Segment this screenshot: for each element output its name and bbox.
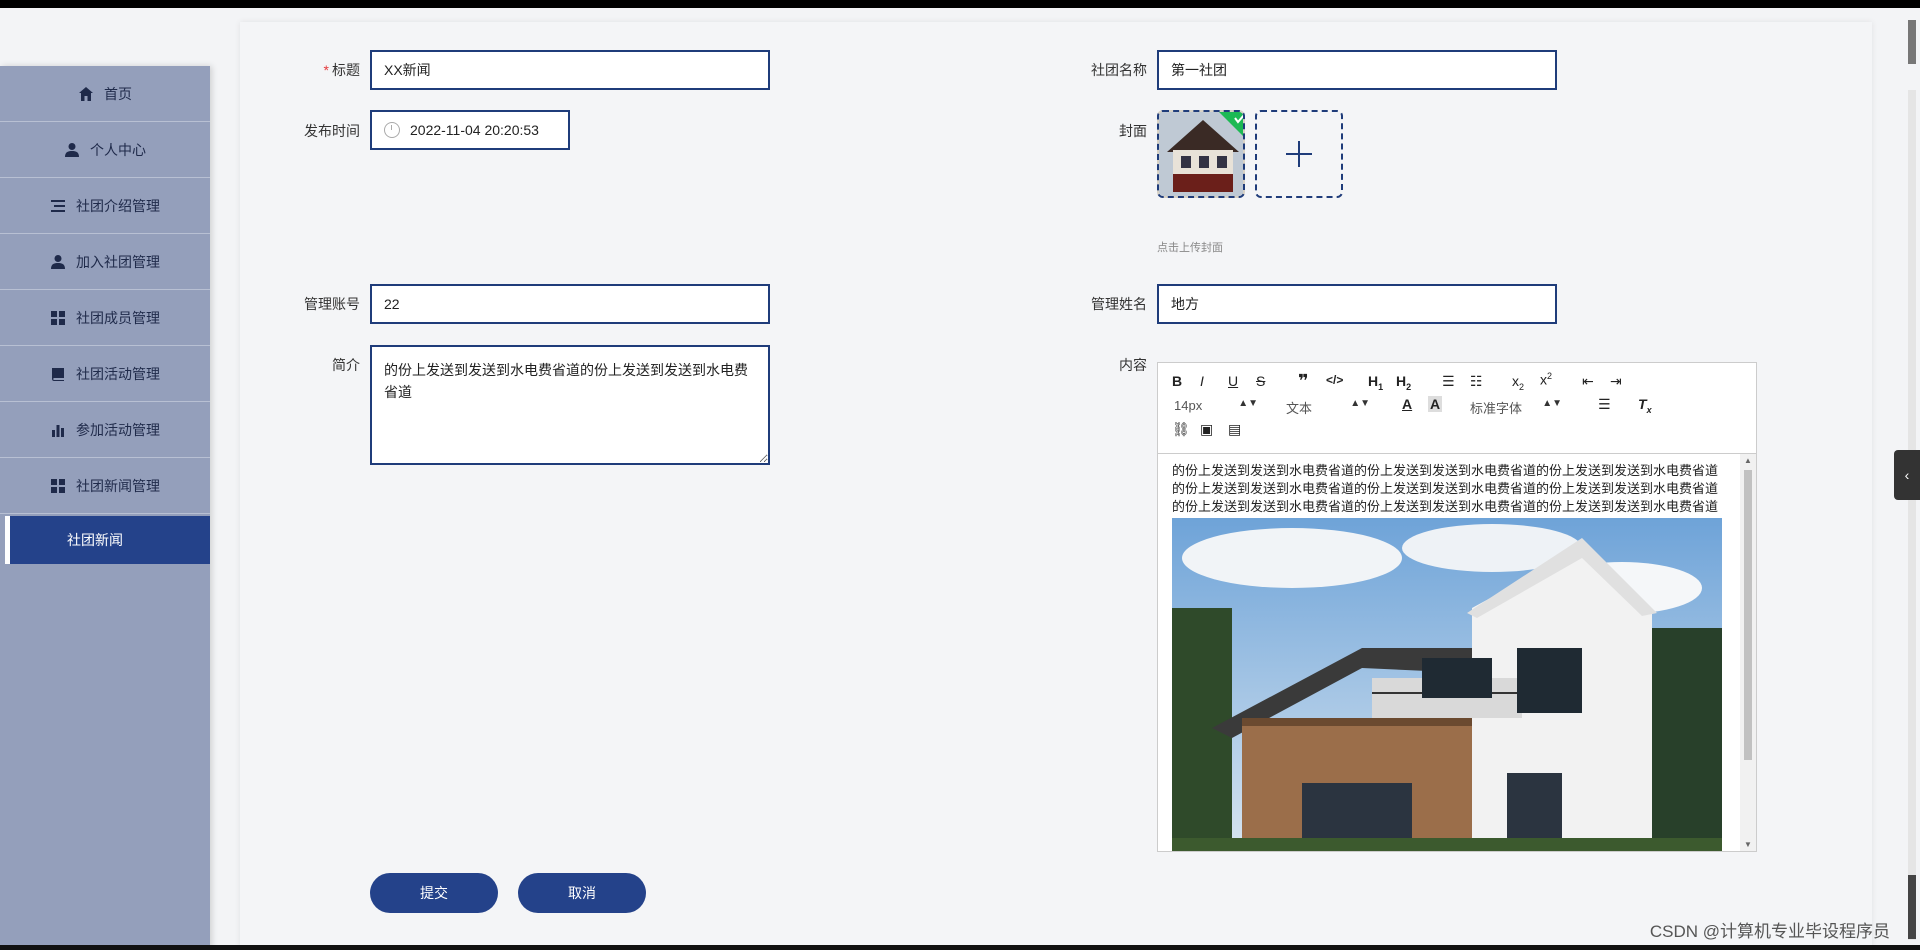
sidebar-item-participation[interactable]: 参加活动管理 xyxy=(0,402,210,458)
sidebar-item-label: 社团介绍管理 xyxy=(76,197,160,214)
user-icon xyxy=(51,254,65,269)
scroll-up-icon[interactable]: ▲ xyxy=(1744,456,1752,465)
cancel-button[interactable]: 取消 xyxy=(518,873,646,913)
grid-icon xyxy=(51,478,65,493)
sidebar-subitem-club-news[interactable]: 社团新闻 xyxy=(5,516,210,564)
cover-upload-hint: 点击上传封面 xyxy=(1157,242,1223,254)
title-label: * 标题 xyxy=(323,62,360,78)
club-name-label: 社团名称 xyxy=(1091,62,1147,78)
background-color-icon[interactable]: A xyxy=(1428,396,1443,412)
page-scrollbar[interactable] xyxy=(1908,20,1916,940)
heading-2-icon[interactable]: H2 xyxy=(1396,373,1411,392)
sidebar-item-join-club[interactable]: 加入社团管理 xyxy=(0,234,210,290)
sidebar-item-news-admin[interactable]: 社团新闻管理 xyxy=(0,458,210,514)
grid-icon xyxy=(51,310,65,325)
scroll-down-icon[interactable]: ▼ xyxy=(1744,840,1752,849)
blockquote-icon[interactable]: ❞ xyxy=(1298,371,1309,392)
house-content-image xyxy=(1172,518,1722,851)
heading-1-icon[interactable]: H1 xyxy=(1368,373,1383,392)
sidebar-item-label: 个人中心 xyxy=(90,141,146,158)
home-icon xyxy=(79,86,93,101)
ordered-list-icon[interactable]: ☰ xyxy=(1442,373,1455,390)
sidebar-item-label: 社团成员管理 xyxy=(76,309,160,326)
sidebar-item-label: 社团活动管理 xyxy=(76,365,160,382)
bullet-list-icon[interactable]: ☷ xyxy=(1470,373,1483,390)
video-icon[interactable]: ▤ xyxy=(1228,421,1241,438)
strikethrough-icon[interactable]: S xyxy=(1256,373,1265,389)
indent-icon[interactable]: ⇥ xyxy=(1610,373,1622,390)
plus-icon xyxy=(1286,141,1312,167)
chevron-left-icon: ‹ xyxy=(1904,467,1910,483)
sidebar-item-members[interactable]: 社团成员管理 xyxy=(0,290,210,346)
block-format-select[interactable]: 文本 ▲▼ xyxy=(1286,398,1370,417)
required-mark: * xyxy=(323,62,329,78)
sidebar-item-home[interactable]: 首页 xyxy=(0,66,210,122)
font-size-select[interactable]: 14px ▲▼ xyxy=(1174,398,1258,413)
font-family-select[interactable]: 标准字体 ▲▼ xyxy=(1470,398,1562,417)
sidebar-item-label: 社团新闻管理 xyxy=(76,477,160,494)
content-label: 内容 xyxy=(1119,357,1147,373)
upload-cover-button[interactable] xyxy=(1255,110,1343,198)
sidebar-item-club-intro[interactable]: 社团介绍管理 xyxy=(0,178,210,234)
italic-icon[interactable]: I xyxy=(1200,373,1204,389)
sidebar-item-label: 首页 xyxy=(104,85,132,102)
admin-name-label: 管理姓名 xyxy=(1091,296,1147,312)
list-icon xyxy=(51,199,65,212)
bold-icon[interactable]: B xyxy=(1172,373,1182,389)
sidebar-item-profile[interactable]: 个人中心 xyxy=(0,122,210,178)
underline-icon[interactable]: U xyxy=(1228,373,1238,389)
clock-icon xyxy=(384,122,400,138)
sidebar-item-label: 加入社团管理 xyxy=(76,253,160,270)
font-color-icon[interactable]: A xyxy=(1402,396,1412,412)
editor-toolbar: B I U S ❞ </> H1 H2 ☰ ☷ x2 x2 ⇤ ⇥ 14px ▲▼… xyxy=(1158,363,1756,454)
code-block-icon[interactable]: </> xyxy=(1326,373,1343,387)
book-icon xyxy=(52,367,64,381)
intro-label: 简介 xyxy=(332,357,360,373)
club-name-input[interactable]: 第一社团 xyxy=(1157,50,1557,90)
bar-chart-icon xyxy=(52,424,64,437)
cover-image-thumbnail[interactable] xyxy=(1157,110,1245,198)
clear-format-icon[interactable]: Tx xyxy=(1638,396,1652,415)
admin-account-label: 管理账号 xyxy=(304,296,360,312)
superscript-icon[interactable]: x2 xyxy=(1540,371,1552,388)
admin-name-input[interactable]: 地方 xyxy=(1157,284,1557,324)
link-icon[interactable]: ⛓ xyxy=(1172,421,1190,438)
rich-text-editor: B I U S ❞ </> H1 H2 ☰ ☷ x2 x2 ⇤ ⇥ 14px ▲▼… xyxy=(1157,362,1757,852)
subscript-icon[interactable]: x2 xyxy=(1512,373,1524,392)
bottom-bar xyxy=(0,945,1920,950)
user-icon xyxy=(65,142,79,157)
publish-time-picker[interactable]: 2022-11-04 20:20:53 xyxy=(370,110,570,150)
csdn-watermark: CSDN @计算机专业毕设程序员 xyxy=(1649,922,1890,941)
page-scrollbar-thumb[interactable] xyxy=(1908,875,1916,939)
sidebar-item-activities[interactable]: 社团活动管理 xyxy=(0,346,210,402)
sidebar-item-label: 参加活动管理 xyxy=(76,421,160,438)
image-icon[interactable]: ▣ xyxy=(1200,421,1213,438)
admin-account-input[interactable]: 22 xyxy=(370,284,770,324)
editor-scrollbar-thumb[interactable] xyxy=(1744,470,1752,760)
outdent-icon[interactable]: ⇤ xyxy=(1582,373,1594,390)
editor-content-text: 的份上发送到发送到水电费省道的份上发送到发送到水电费省道的份上发送到发送到水电费… xyxy=(1172,463,1719,514)
title-input[interactable]: XX新闻 xyxy=(370,50,770,90)
intro-textarea[interactable]: 的份上发送到发送到水电费省道的份上发送到发送到水电费省道 xyxy=(370,345,770,465)
house-thumbnail-image xyxy=(1159,112,1243,196)
publish-time-label: 发布时间 xyxy=(304,123,360,139)
align-icon[interactable]: ☰ xyxy=(1598,396,1611,413)
submit-button[interactable]: 提交 xyxy=(370,873,498,913)
editor-scrollbar[interactable]: ▲ ▼ xyxy=(1740,454,1756,851)
editor-content[interactable]: 的份上发送到发送到水电费省道的份上发送到发送到水电费省道的份上发送到发送到水电费… xyxy=(1158,454,1740,851)
top-bar xyxy=(0,0,1920,8)
collapse-panel-button[interactable]: ‹ xyxy=(1894,450,1920,500)
cover-label: 封面 xyxy=(1119,123,1147,139)
page-scrollbar-top-thumb[interactable] xyxy=(1908,20,1916,64)
sidebar: 首页 个人中心 社团介绍管理 加入社团管理 社团成员管理 社团活动管理 参加活动… xyxy=(0,66,210,950)
